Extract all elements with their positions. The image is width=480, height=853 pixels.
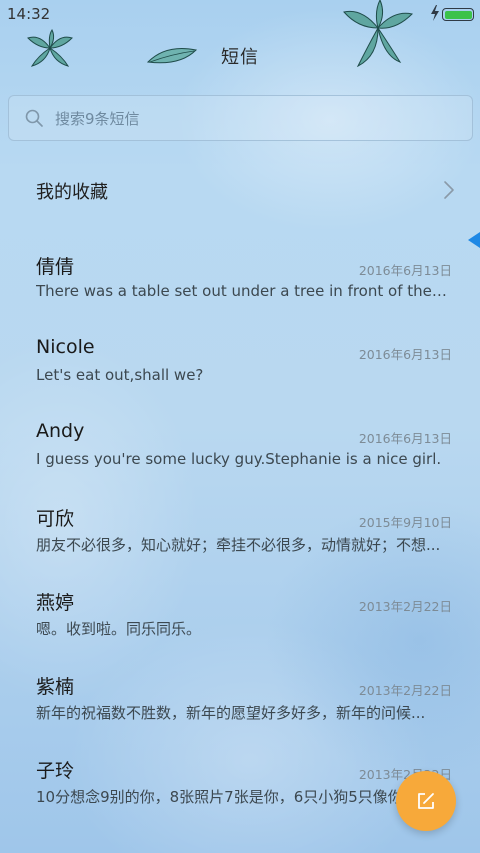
message-date: 2015年9月10日 (358, 515, 452, 530)
contact-name: 子玲 (36, 760, 75, 782)
chevron-right-icon (444, 181, 454, 199)
contact-name: 紫楠 (36, 676, 75, 698)
conversation-item[interactable]: 燕婷 2013年2月22日 嗯。收到啦。同乐同乐。 (0, 582, 480, 666)
search-icon (25, 109, 43, 127)
battery-fill (444, 10, 472, 19)
search-placeholder: 搜索9条短信 (55, 110, 140, 128)
contact-name: 燕婷 (36, 592, 75, 614)
message-date: 2013年2月22日 (358, 599, 452, 614)
contact-name: 倩倩 (36, 256, 75, 278)
message-date: 2016年6月13日 (358, 431, 452, 446)
conversation-item[interactable]: Nicole 2016年6月13日 Let's eat out,shall we… (0, 330, 480, 414)
message-date: 2016年6月13日 (358, 347, 452, 362)
edit-icon (418, 793, 434, 809)
contact-name: Andy (36, 420, 85, 442)
message-preview: I guess you're some lucky guy.Stephanie … (36, 450, 442, 468)
message-date: 2013年2月22日 (358, 683, 452, 698)
status-time: 14:32 (7, 5, 51, 23)
charging-bolt-icon (431, 5, 439, 21)
contact-name: Nicole (36, 336, 95, 358)
conversation-item[interactable]: 倩倩 2016年6月13日 There was a table set out … (0, 246, 480, 330)
battery-icon (442, 8, 474, 21)
message-preview: There was a table set out under a tree i… (36, 282, 450, 300)
message-preview: 10分想念9别的你，8张照片7张是你，6只小狗5只像你 (36, 788, 403, 806)
search-input[interactable]: 搜索9条短信 (8, 95, 473, 141)
message-preview: 新年的祝福数不胜数，新年的愿望好多好多，新年的问候... (36, 704, 426, 722)
favorites-row[interactable]: 我的收藏 (0, 166, 480, 216)
conversation-item[interactable]: 紫楠 2013年2月22日 新年的祝福数不胜数，新年的愿望好多好多，新年的问候.… (0, 666, 480, 750)
conversation-item[interactable]: Andy 2016年6月13日 I guess you're some luck… (0, 414, 480, 498)
favorites-label: 我的收藏 (36, 182, 108, 203)
conversation-item[interactable]: 可欣 2015年9月10日 朋友不必很多，知心就好；牵挂不必很多，动情就好；不想… (0, 498, 480, 582)
message-preview: Let's eat out,shall we? (36, 366, 204, 384)
header: 短信 (0, 40, 480, 76)
page-title: 短信 (221, 47, 259, 68)
message-date: 2016年6月13日 (358, 263, 452, 278)
compose-button[interactable] (396, 771, 456, 831)
message-preview: 朋友不必很多，知心就好；牵挂不必很多，动情就好；不想... (36, 536, 441, 554)
message-preview: 嗯。收到啦。同乐同乐。 (36, 620, 202, 638)
contact-name: 可欣 (36, 508, 75, 530)
conversation-list: 倩倩 2016年6月13日 There was a table set out … (0, 246, 480, 834)
